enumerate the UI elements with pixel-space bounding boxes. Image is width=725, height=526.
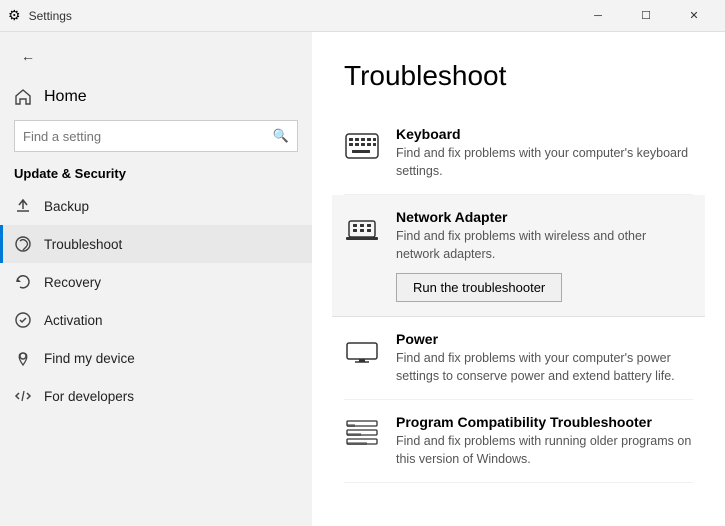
find-device-icon [14,349,32,367]
program-compat-icon [344,416,380,452]
back-button[interactable]: ← [14,42,42,70]
keyboard-icon [344,128,380,164]
sidebar-item-find-device-label: Find my device [44,351,135,366]
minimize-button[interactable]: ─ [575,0,621,32]
close-button[interactable]: ✕ [671,0,717,32]
keyboard-item-desc: Find and fix problems with your computer… [396,145,693,180]
maximize-button[interactable]: ☐ [623,0,669,32]
title-bar: ⚙ Settings ─ ☐ ✕ [0,0,725,32]
activation-icon [14,311,32,329]
network-adapter-icon [344,211,380,247]
content-area: Troubleshoot [312,32,725,526]
sidebar-item-troubleshoot-label: Troubleshoot [44,237,122,252]
settings-gear-icon: ⚙ [8,7,21,24]
title-bar-controls: ─ ☐ ✕ [575,0,717,32]
title-bar-title: Settings [29,9,72,23]
app-body: ← Home 🔍 Update & Security [0,32,725,526]
recovery-icon [14,273,32,291]
title-bar-left: ⚙ Settings [8,7,72,24]
troubleshoot-item-keyboard: Keyboard Find and fix problems with your… [344,112,693,195]
sidebar-item-activation[interactable]: Activation [0,301,312,339]
home-label: Home [44,88,87,106]
sidebar: ← Home 🔍 Update & Security [0,32,312,526]
sidebar-nav-top: ← [0,32,312,80]
network-item-desc: Find and fix problems with wireless and … [396,228,693,263]
troubleshoot-icon [14,235,32,253]
sidebar-item-developers-label: For developers [44,389,134,404]
power-item-content: Power Find and fix problems with your co… [396,331,693,385]
program-compat-item-desc: Find and fix problems with running older… [396,433,693,468]
content-title: Troubleshoot [344,60,693,92]
run-troubleshooter-button[interactable]: Run the troubleshooter [396,273,562,302]
program-compat-item-content: Program Compatibility Troubleshooter Fin… [396,414,693,468]
search-icon: 🔍 [273,128,289,144]
sidebar-item-home[interactable]: Home [0,80,312,114]
sidebar-item-find-device[interactable]: Find my device [0,339,312,377]
sidebar-item-recovery[interactable]: Recovery [0,263,312,301]
troubleshoot-item-network: Network Adapter Find and fix problems wi… [332,195,705,317]
sidebar-item-backup-label: Backup [44,199,89,214]
power-item-desc: Find and fix problems with your computer… [396,350,693,385]
search-input[interactable] [23,129,267,144]
sidebar-item-activation-label: Activation [44,313,103,328]
search-box[interactable]: 🔍 [14,120,298,152]
home-icon [14,88,32,106]
power-item-title: Power [396,331,693,347]
keyboard-item-title: Keyboard [396,126,693,142]
power-icon [344,333,380,369]
sidebar-item-recovery-label: Recovery [44,275,101,290]
sidebar-section-title: Update & Security [0,162,312,187]
sidebar-item-troubleshoot[interactable]: Troubleshoot [0,225,312,263]
network-item-content: Network Adapter Find and fix problems wi… [396,209,693,302]
program-compat-item-title: Program Compatibility Troubleshooter [396,414,693,430]
sidebar-item-backup[interactable]: Backup [0,187,312,225]
developers-icon [14,387,32,405]
sidebar-item-developers[interactable]: For developers [0,377,312,415]
keyboard-item-content: Keyboard Find and fix problems with your… [396,126,693,180]
troubleshoot-item-power: Power Find and fix problems with your co… [344,317,693,400]
troubleshoot-item-program-compat: Program Compatibility Troubleshooter Fin… [344,400,693,483]
backup-icon [14,197,32,215]
network-item-title: Network Adapter [396,209,693,225]
